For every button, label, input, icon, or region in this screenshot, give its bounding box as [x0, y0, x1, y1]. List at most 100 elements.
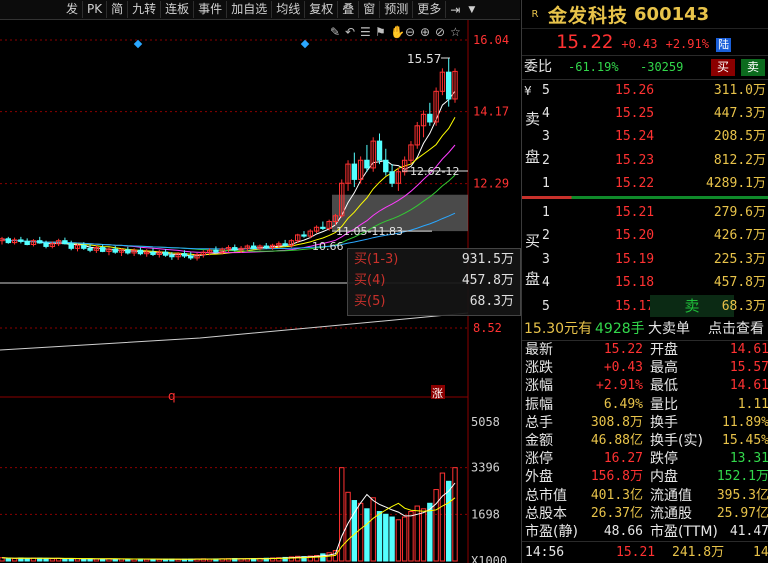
toolbar-item[interactable]: 加自选	[227, 1, 273, 18]
toolbar-item[interactable]: 连板	[161, 1, 195, 18]
stat-value: +0.43	[603, 360, 643, 376]
ask-price: 15.22	[615, 175, 655, 191]
candle-body	[383, 159, 389, 173]
candle-body	[282, 243, 288, 246]
ask-row-5[interactable]: 5 15.26 311.0万	[522, 79, 768, 102]
quote-panel: R 金发科技 600143 15.22 +0.43 +2.91% 陆 委比 -6…	[521, 0, 768, 563]
toolbar-item[interactable]: 均线	[272, 1, 306, 18]
event-diamond-icon	[133, 39, 143, 49]
stat-row: 涨跌 +0.43 最高 15.57	[522, 359, 768, 377]
favorite-icon[interactable]: ☆	[450, 25, 461, 39]
volume-bar	[11, 558, 18, 562]
bid-price: 15.20	[615, 228, 655, 244]
stat-label: 涨跌	[525, 360, 553, 377]
toolbar-item[interactable]: 简	[107, 1, 129, 18]
event-diamond-icon	[300, 39, 310, 49]
bid-row-2[interactable]: 2 15.20 426.7万	[522, 224, 768, 247]
volume-bar	[427, 502, 433, 562]
toolbar-item[interactable]: PK	[83, 1, 108, 18]
candle-body	[99, 247, 106, 252]
bid-row-5[interactable]: 5 15.17 卖 68.3万	[522, 294, 768, 318]
bid-volume: 457.8万	[713, 275, 766, 291]
big-order-label: 大卖单	[648, 321, 690, 337]
stat-value: 401.3亿	[590, 487, 643, 503]
big-order-price: 15.30元有	[524, 321, 593, 337]
candle-body	[213, 249, 219, 253]
hide-icon[interactable]: ⊘	[435, 25, 445, 39]
stat-row: 市盈(静) 48.66 市盈(TTM) 41.47	[522, 523, 768, 541]
big-order-link[interactable]: 点击查看	[708, 318, 764, 340]
toolbar-item[interactable]: 预测	[380, 1, 414, 18]
candle-body	[81, 244, 87, 249]
ask-row-3[interactable]: 3 15.24 208.5万	[522, 125, 768, 148]
candle-body	[87, 247, 93, 251]
stat-value: 152.1万	[716, 469, 768, 485]
bid-row-4[interactable]: 4 15.18 457.8万	[522, 271, 768, 294]
zoom-in-icon[interactable]: ⊕	[420, 25, 430, 39]
candle-body	[301, 234, 307, 237]
candle-body	[389, 171, 395, 184]
toolbar-item[interactable]: 叠	[338, 1, 360, 18]
quote-header: R 金发科技 600143	[522, 0, 768, 29]
low-annotation: 10.66	[312, 240, 344, 253]
popup-value: 68.3万	[469, 294, 514, 309]
flag-icon[interactable]: ⚑	[375, 25, 386, 39]
toolbar-item[interactable]: 更多	[413, 1, 447, 18]
stat-label: 总手	[525, 414, 553, 431]
price-axis-label: 12.29	[473, 177, 509, 191]
candle-body	[18, 239, 24, 242]
stat-label: 涨停	[525, 451, 553, 468]
toolbar-item[interactable]: 窗	[359, 1, 381, 18]
toolbar-item[interactable]: 复权	[305, 1, 339, 18]
list-icon[interactable]: ☰	[360, 25, 371, 39]
bid-row-3[interactable]: 3 15.19 225.3万	[522, 248, 768, 271]
stat-label: 开盘	[650, 342, 678, 358]
toolbar-item[interactable]: 九转	[128, 1, 162, 18]
weibi-row: 委比 -61.19% -30259 买 卖	[522, 56, 768, 79]
volume-bar	[408, 511, 414, 562]
stat-value: 14.61	[729, 378, 768, 394]
candle-body	[263, 245, 269, 249]
sell-button[interactable]: 卖	[741, 59, 765, 76]
stat-label: 换手	[650, 414, 678, 431]
tick-row: 14:56 15.21 241.8万 14	[522, 542, 768, 563]
bid-row-1[interactable]: 1 15.21 279.6万	[522, 201, 768, 224]
r-badge: R	[531, 8, 539, 20]
hand-icon[interactable]: ✋	[390, 25, 405, 39]
stat-row: 涨停 16.27 跌停 13.31	[522, 450, 768, 468]
toolbar-item[interactable]: 事件	[194, 1, 228, 18]
price-axis-label: 16.04	[473, 33, 509, 47]
ask-volume: 4289.1万	[706, 175, 766, 191]
zoom-out-icon[interactable]: ⊖	[405, 25, 415, 39]
last-price: 15.22	[556, 31, 614, 53]
volume-bar	[420, 508, 427, 562]
big-order-row[interactable]: 15.30元有 4928手 大卖单 点击查看	[522, 318, 768, 340]
tick-time: 14:56	[525, 545, 565, 560]
ask-row-1[interactable]: 1 15.22 4289.1万	[522, 172, 768, 195]
ask-level: 2	[542, 152, 550, 168]
stat-label: 涨幅	[525, 378, 553, 395]
bid-volume: 279.6万	[713, 205, 766, 220]
stat-value: 15.45%	[722, 433, 768, 448]
candle-body	[125, 249, 131, 254]
stat-label: 总市值	[525, 487, 567, 504]
buy-button[interactable]: 买	[711, 59, 735, 76]
undo-icon[interactable]: ↶	[345, 25, 355, 39]
volume-bar	[389, 516, 395, 562]
stat-label: 金额	[525, 433, 553, 449]
pin-right-icon[interactable]: ⇥	[446, 3, 464, 17]
toolbar-item[interactable]: 发	[0, 1, 84, 18]
stat-value: 14.61	[729, 342, 768, 357]
candle-body	[62, 240, 68, 245]
bid-ask-ratio-bar	[522, 196, 768, 199]
ask-level: 4	[542, 106, 550, 122]
stat-label: 总股本	[525, 505, 567, 522]
dropdown-triangle-icon[interactable]: ▼	[464, 5, 479, 15]
popup-label: 买(4)	[354, 273, 386, 288]
candle-body	[188, 255, 194, 259]
ask-row-4[interactable]: 4 15.25 447.3万	[522, 102, 768, 125]
volume-bar	[364, 508, 370, 562]
ask-row-2[interactable]: 2 15.23 812.2万	[522, 149, 768, 172]
pencil-icon[interactable]: ✎	[330, 25, 340, 39]
stat-value: 395.3亿	[716, 487, 768, 503]
